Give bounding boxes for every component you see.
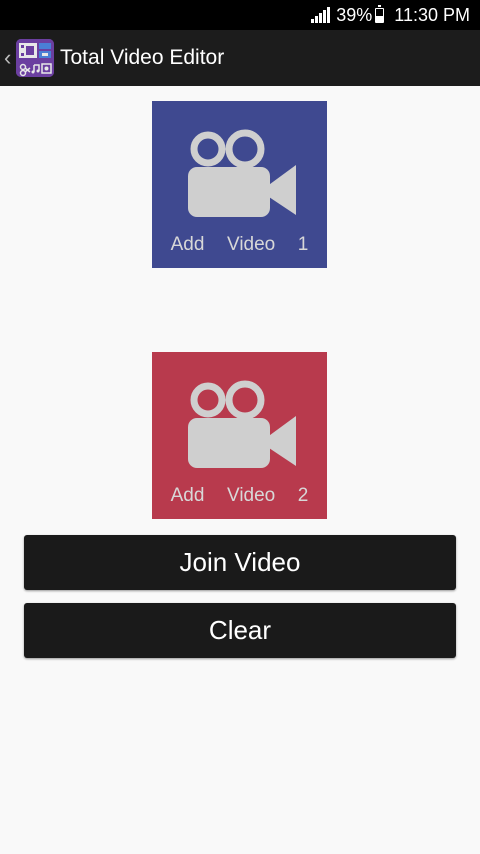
battery-icon: [375, 4, 385, 23]
action-bar: ‹ Total Video Editor: [0, 30, 480, 86]
up-button[interactable]: ‹: [0, 30, 54, 86]
clock: 11:30 PM: [394, 4, 470, 25]
app-logo-icon: [16, 39, 54, 77]
video-camera-icon: [188, 380, 296, 468]
app-title: Total Video Editor: [60, 46, 225, 69]
clear-button[interactable]: Clear: [24, 603, 456, 658]
tile-label: Add Video 1: [170, 234, 309, 255]
add-video-2-button[interactable]: Add Video 2: [152, 352, 327, 519]
tile-label: Add Video 2: [170, 485, 309, 506]
video-camera-icon: [188, 129, 296, 217]
status-bar: 39% 11:30 PM: [0, 0, 480, 30]
signal-icon: [310, 7, 331, 23]
join-video-button[interactable]: Join Video: [24, 535, 456, 590]
battery-percentage: 39%: [336, 4, 373, 25]
chevron-left-icon: ‹: [4, 45, 12, 70]
add-video-1-button[interactable]: Add Video 1: [152, 101, 327, 268]
